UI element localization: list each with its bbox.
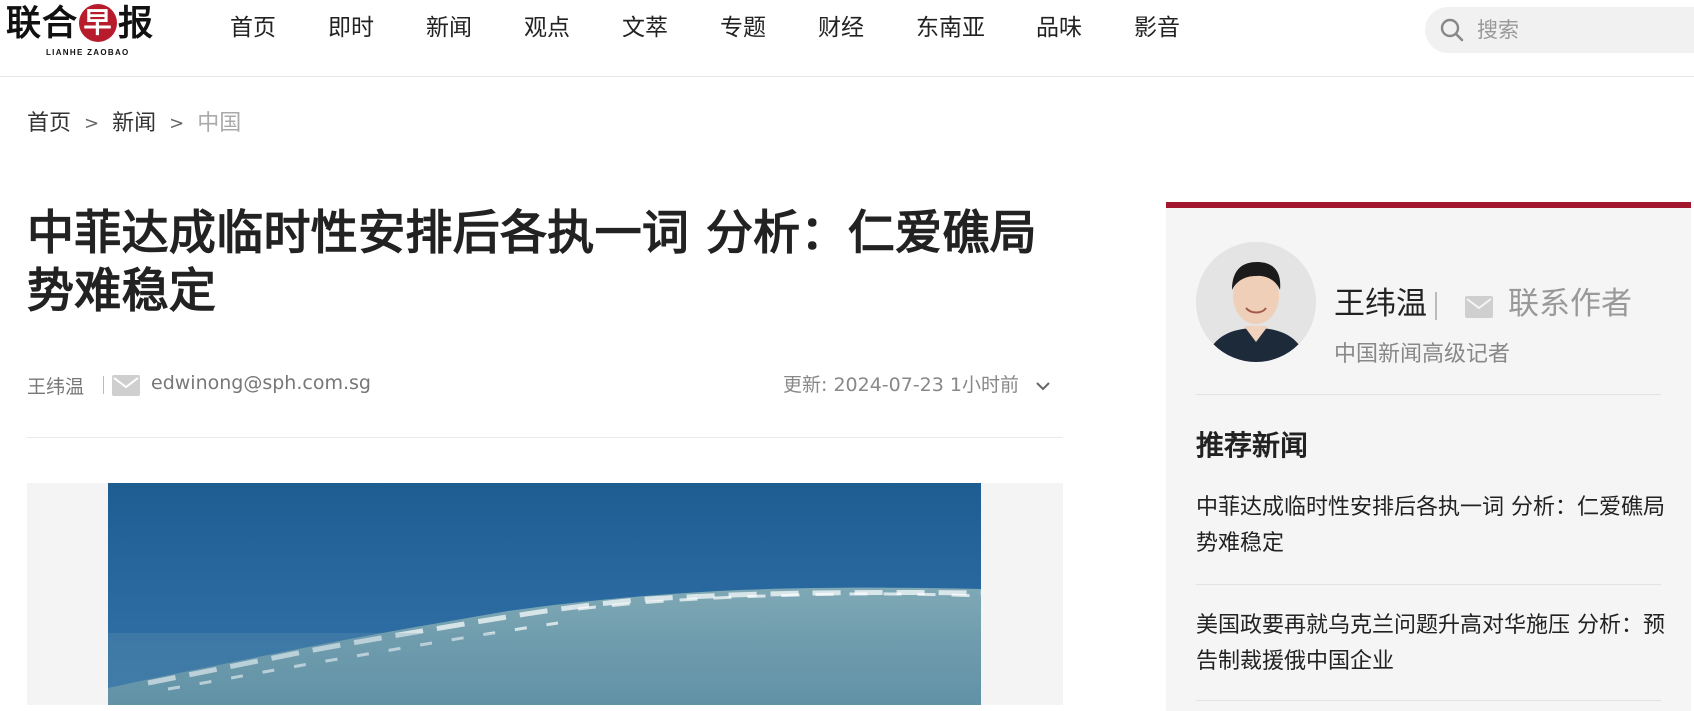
updated-timestamp: 更新: 2024-07-23 1小时前 bbox=[783, 374, 1019, 396]
recommended-item[interactable]: 美国政要再就乌克兰问题升高对华施压 分析：预告制裁援俄中国企业 bbox=[1196, 608, 1666, 680]
nav-item-realtime[interactable]: 即时 bbox=[328, 0, 374, 56]
sidebar-divider bbox=[1196, 584, 1661, 585]
search-icon[interactable] bbox=[1439, 17, 1465, 43]
breadcrumb-news[interactable]: 新闻 bbox=[112, 108, 156, 140]
nav-item-video[interactable]: 影音 bbox=[1134, 0, 1180, 56]
author-portrait bbox=[1196, 242, 1316, 362]
logo-subtitle: LIANHE ZAOBAO bbox=[46, 48, 130, 57]
author-role: 中国新闻高级记者 bbox=[1334, 342, 1511, 367]
nav-item-finance[interactable]: 财经 bbox=[818, 0, 864, 56]
logo-text-left: 联合 bbox=[6, 3, 79, 44]
article-image-frame bbox=[27, 483, 1063, 705]
mail-icon bbox=[112, 375, 140, 396]
recommended-heading: 推荐新闻 bbox=[1196, 429, 1309, 462]
sidebar-divider bbox=[1196, 700, 1661, 701]
search-box[interactable] bbox=[1425, 7, 1694, 53]
logo-wordmark: 联合早报 bbox=[6, 2, 154, 46]
nav-item-home[interactable]: 首页 bbox=[230, 0, 276, 56]
nav-item-special[interactable]: 专题 bbox=[720, 0, 766, 56]
breadcrumb-separator: > bbox=[84, 113, 100, 134]
recommended-item[interactable]: 中菲达成临时性安排后各执一词 分析：仁爱礁局势难稳定 bbox=[1196, 490, 1666, 562]
breadcrumb-home[interactable]: 首页 bbox=[27, 108, 71, 140]
article-byline: 王纬温 edwinong@sph.com.sg 更新: 2024-07-23 1… bbox=[27, 368, 1063, 402]
mail-icon[interactable] bbox=[1465, 296, 1493, 318]
nav-item-southeast-asia[interactable]: 东南亚 bbox=[916, 0, 985, 56]
chevron-down-icon[interactable] bbox=[1033, 376, 1053, 396]
site-header: 联合早报 LIANHE ZAOBAO 首页 即时 新闻 观点 文萃 专题 财经 … bbox=[0, 0, 1694, 77]
breadcrumb-current[interactable]: 中国 bbox=[197, 108, 241, 140]
logo-badge: 早 bbox=[79, 4, 118, 42]
contact-author-link[interactable]: 联系作者 bbox=[1508, 284, 1632, 324]
byline-author[interactable]: 王纬温 bbox=[27, 372, 84, 399]
breadcrumb-separator: > bbox=[169, 113, 185, 134]
article-photo[interactable] bbox=[108, 483, 981, 705]
nav-item-digest[interactable]: 文萃 bbox=[622, 0, 668, 56]
search-input[interactable] bbox=[1477, 15, 1677, 45]
article-title: 中菲达成临时性安排后各执一词 分析：仁爱礁局势难稳定 bbox=[27, 206, 1037, 319]
breadcrumb: 首页 > 新闻 > 中国 bbox=[27, 108, 241, 140]
nav-item-lifestyle[interactable]: 品味 bbox=[1036, 0, 1082, 56]
author-avatar[interactable] bbox=[1196, 242, 1316, 362]
nav-item-news[interactable]: 新闻 bbox=[426, 0, 472, 56]
sidebar: 王纬温 联系作者 中国新闻高级记者 推荐新闻 中菲达成临时性安排后各执一词 分析… bbox=[1166, 202, 1691, 711]
author-divider bbox=[1435, 292, 1437, 320]
sidebar-divider bbox=[1196, 394, 1661, 395]
author-name[interactable]: 王纬温 bbox=[1334, 284, 1427, 324]
main-nav: 首页 即时 新闻 观点 文萃 专题 财经 东南亚 品味 影音 bbox=[230, 0, 1180, 56]
nav-item-opinion[interactable]: 观点 bbox=[524, 0, 570, 56]
site-logo[interactable]: 联合早报 LIANHE ZAOBAO bbox=[6, 2, 170, 60]
byline-divider bbox=[103, 376, 104, 394]
article-divider bbox=[27, 437, 1063, 438]
byline-email-link[interactable]: edwinong@sph.com.sg bbox=[151, 372, 371, 394]
logo-text-right: 报 bbox=[118, 3, 155, 44]
